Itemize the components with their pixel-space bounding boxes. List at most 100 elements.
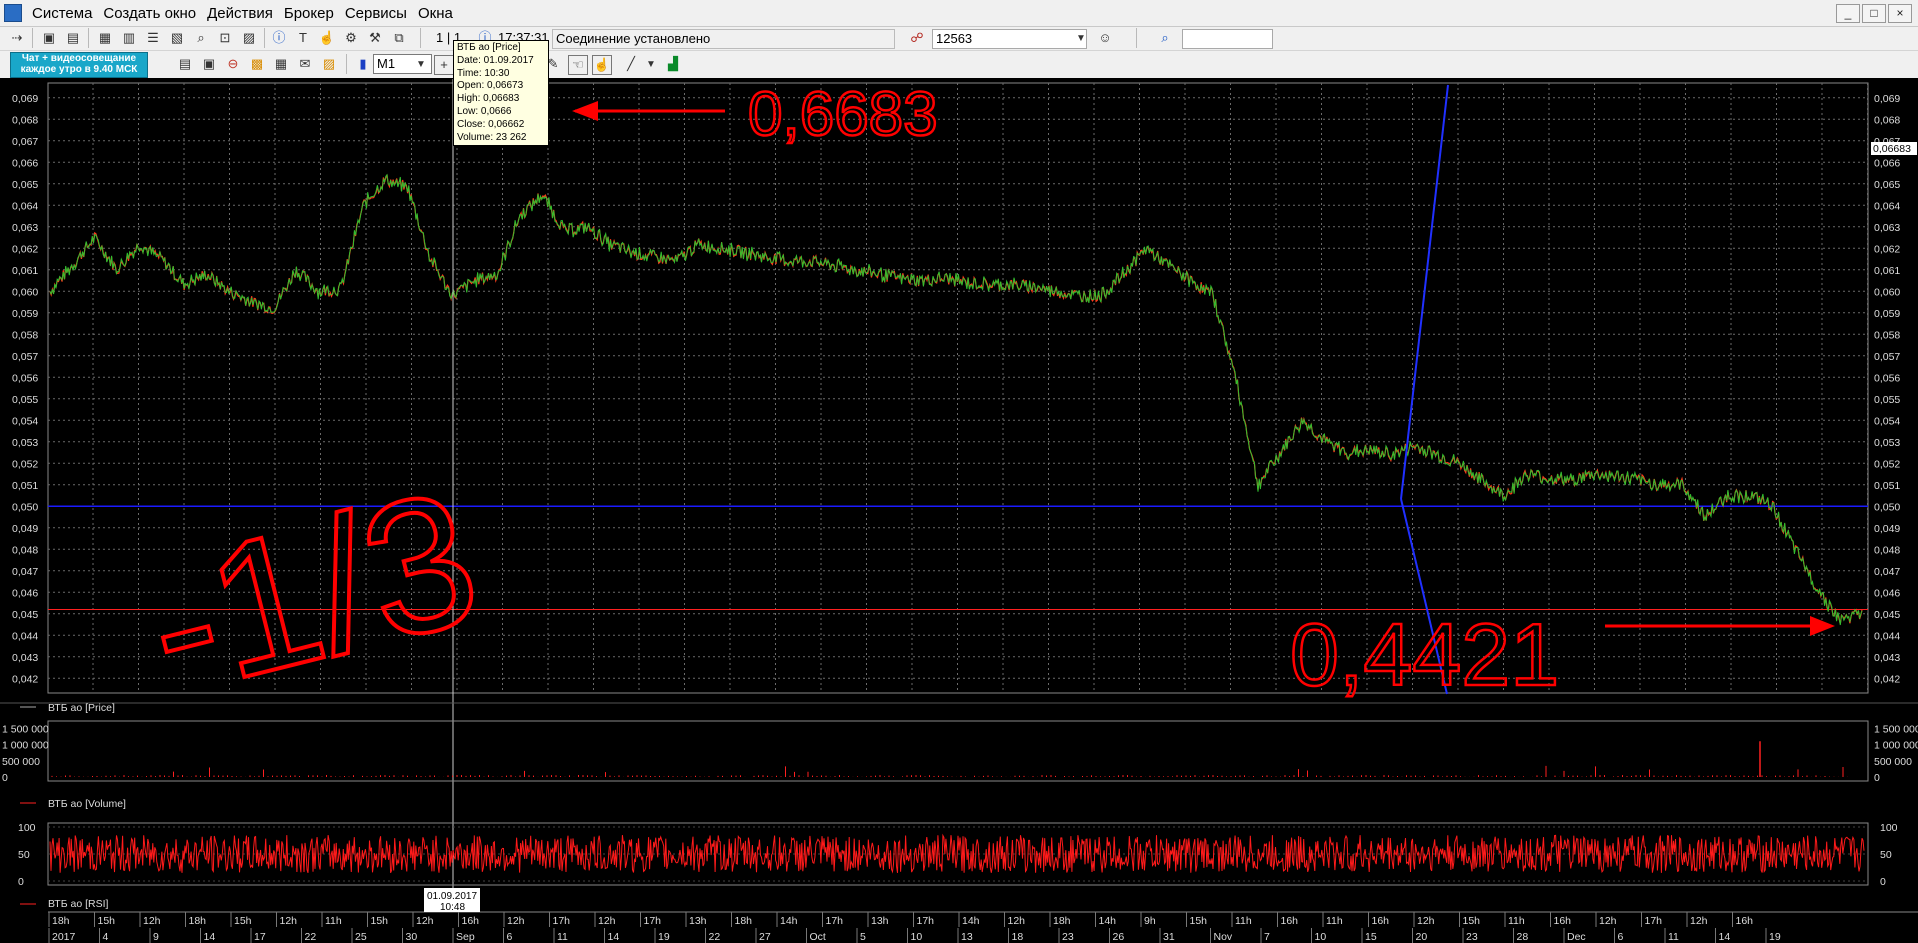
date-label: 15 [1365, 931, 1377, 943]
date-label: 31 [1163, 931, 1175, 943]
price-legend-label: ВТБ ао [Price] [48, 702, 115, 714]
menu-services[interactable]: Сервисы [343, 2, 416, 24]
y-tick-label: 0,050 [12, 501, 38, 513]
tools-icon[interactable]: ⚙ [342, 29, 360, 47]
toolbar-separator [88, 28, 89, 48]
y-tick-label: 0,054 [12, 415, 38, 427]
time-label: 16h [1372, 915, 1390, 927]
time-axis: 18h 15h 12h 18h 15h 12h 11h 15h 12h 16h 12h 17h 12h 1… [48, 911, 1918, 943]
chart-print-icon[interactable]: ▦ [272, 55, 290, 73]
chart-add-icon[interactable]: ▣ [200, 55, 218, 73]
line-chevron-icon[interactable]: ▼ [642, 56, 660, 74]
orders-icon[interactable]: ▧ [168, 29, 186, 47]
bars-icon[interactable]: ▮ [354, 55, 372, 73]
y-tick-label-right: 0,066 [1874, 157, 1900, 169]
y-tick-label-right: 0,059 [1874, 308, 1900, 320]
date-label: Sep [456, 931, 475, 943]
y-tick-label-right: 0,047 [1874, 566, 1900, 578]
time-label: 16h [1554, 915, 1572, 927]
time-label: 17h [644, 915, 662, 927]
y-tick-label-right: 0,053 [1874, 437, 1900, 449]
info-icon[interactable]: ⓘ [270, 29, 288, 47]
line-icon[interactable]: ╱ [622, 55, 640, 73]
date-label: 30 [406, 931, 418, 943]
y-tick-label: 0,051 [12, 480, 38, 492]
menu-windows[interactable]: Окна [416, 2, 462, 24]
search-window-icon[interactable]: ⌕ [192, 29, 210, 47]
menu-create-window[interactable]: Создать окно [101, 2, 205, 24]
chevron-down-icon[interactable]: ▼ [1072, 30, 1090, 48]
table-icon[interactable]: ▦ [96, 29, 114, 47]
chart-mail-icon[interactable]: ✉ [296, 55, 314, 73]
y-tick-label: 0,047 [12, 566, 38, 578]
date-label: 14 [204, 931, 216, 943]
list-icon[interactable]: ☰ [144, 29, 162, 47]
toolbar-separator [420, 28, 421, 48]
portfolio-icon[interactable]: ▨ [240, 29, 258, 47]
window-icon[interactable]: ▤ [64, 29, 82, 47]
y-tick-label-right: 0,064 [1874, 200, 1900, 212]
time-label: 16h [1281, 915, 1299, 927]
rsi-tick-label: 100 [18, 822, 36, 834]
chart-save-icon[interactable]: ▨ [320, 55, 338, 73]
ad-banner[interactable]: Чат + видеосовещание каждое утро в 9.40 … [10, 52, 148, 78]
y-tick-label-right: 0,069 [1874, 93, 1900, 105]
volume-tick-label: 1 500 000 [2, 723, 49, 735]
user-settings-icon[interactable]: ☺ [1096, 29, 1114, 47]
y-tick-label-right: 0,056 [1874, 372, 1900, 384]
app-icon[interactable] [4, 4, 22, 22]
account-select[interactable]: 12563 [932, 29, 1087, 49]
indicator-icon[interactable]: ▟ [664, 55, 682, 73]
connection-status: Соединение установлено [552, 29, 895, 49]
minimize-button[interactable]: _ [1836, 4, 1860, 23]
y-tick-label-right: 0,050 [1874, 501, 1900, 513]
date-label: 23 [1062, 931, 1074, 943]
menu-actions[interactable]: Действия [205, 2, 282, 24]
zoom-icon[interactable]: ⊡ [216, 29, 234, 47]
time-label: 14h [1099, 915, 1117, 927]
tooltip-date: Date: 01.09.2017 [457, 54, 534, 66]
search-icon[interactable]: ⌕ [1156, 29, 1174, 47]
search-input[interactable] [1182, 29, 1273, 49]
time-label: 12h [416, 915, 434, 927]
date-label: 25 [355, 931, 367, 943]
price-series-line-alt [49, 173, 1863, 626]
date-label: 10 [911, 931, 923, 943]
time-label: 12h [143, 915, 161, 927]
y-tick-label: 0,055 [12, 394, 38, 406]
y-tick-label: 0,049 [12, 523, 38, 535]
y-tick-label: 0,063 [12, 222, 38, 234]
chart-window-icon[interactable]: ▤ [176, 55, 194, 73]
time-label: 18h [189, 915, 207, 927]
menu-system[interactable]: Система [30, 2, 101, 24]
y-tick-label: 0,043 [12, 652, 38, 664]
restore-button[interactable]: □ [1862, 4, 1886, 23]
close-button[interactable]: × [1888, 4, 1912, 23]
hand-icon[interactable]: ☝ [318, 29, 336, 47]
tooltip-close: Close: 0,06662 [457, 118, 525, 130]
timeframe-chevron-icon[interactable]: ▼ [412, 56, 430, 74]
hand-tool-icon[interactable]: ☜ [568, 55, 588, 75]
y-tick-label: 0,056 [12, 372, 38, 384]
quotes-icon[interactable]: ▥ [120, 29, 138, 47]
y-tick-label-right: 0,043 [1874, 652, 1900, 664]
user-icon[interactable]: ☍ [908, 29, 926, 47]
chart-remove-icon[interactable]: ⊖ [224, 55, 242, 73]
tools2-icon[interactable]: ⚒ [366, 29, 384, 47]
text-icon[interactable]: T [294, 29, 312, 47]
pan-tool-icon[interactable]: ☝ [592, 55, 612, 75]
tooltip-low: Low: 0,0666 [457, 105, 512, 117]
chart-area[interactable]: 0,069 0,068 0,067 0,066 0,065 0,064 0,063 0,062… [0, 79, 1918, 943]
new-window-icon[interactable]: ▣ [40, 29, 58, 47]
copy-icon[interactable]: ⧉ [390, 29, 408, 47]
y-tick-label: 0,065 [12, 179, 38, 191]
menu-broker[interactable]: Брокер [282, 2, 343, 24]
time-label: 16h [462, 915, 480, 927]
y-tick-label: 0,066 [12, 157, 38, 169]
trend-line-up[interactable] [1400, 84, 1449, 500]
y-tick-label: 0,062 [12, 243, 38, 255]
crosshair-icon[interactable]: + [434, 55, 454, 75]
chart-alert-icon[interactable]: ▩ [248, 55, 266, 73]
arrow-icon[interactable]: ⇢ [8, 29, 26, 47]
y-tick-label: 0,042 [12, 673, 38, 685]
